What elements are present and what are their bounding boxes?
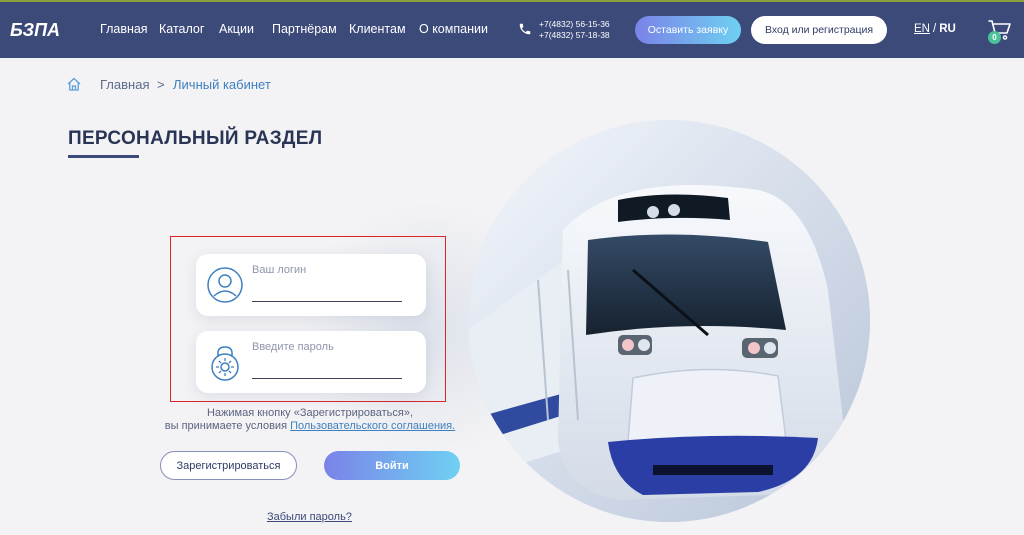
nav-item-catalog[interactable]: Каталог: [159, 22, 204, 36]
breadcrumb-current: Личный кабинет: [173, 77, 271, 92]
lang-en-link[interactable]: EN: [914, 23, 930, 35]
password-input[interactable]: [252, 357, 402, 379]
login-input[interactable]: [252, 280, 402, 302]
lang-ru-link[interactable]: RU: [939, 23, 956, 35]
lock-icon: [211, 346, 239, 381]
nav-item-promotions[interactable]: Акции: [219, 22, 254, 36]
logo[interactable]: БЗПА: [10, 18, 70, 40]
user-agreement-link[interactable]: Пользовательского соглашения.: [290, 420, 455, 432]
terms-text-line2: вы принимаете условия: [164, 420, 291, 432]
phone-icon: [519, 23, 531, 35]
terms-notice: Нажимая кнопку «Зарегистрироваться», вы …: [150, 407, 470, 433]
nav-item-partners[interactable]: Партнёрам: [272, 22, 337, 36]
breadcrumb-home[interactable]: Главная: [100, 77, 149, 92]
language-switcher: EN / RU: [914, 23, 956, 35]
login-register-button[interactable]: Вход или регистрация: [751, 16, 887, 44]
nav-item-clients[interactable]: Клиентам: [349, 22, 406, 36]
password-field-card: Введите пароль: [196, 331, 426, 393]
breadcrumb-separator: >: [157, 77, 165, 92]
request-button[interactable]: Оставить заявку: [635, 16, 741, 44]
signin-button[interactable]: Войти: [324, 451, 460, 480]
terms-text-line1: Нажимая кнопку «Зарегистрироваться»,: [206, 407, 413, 419]
train-illustration: [468, 120, 870, 522]
title-underline: [68, 155, 139, 158]
phone-number-2[interactable]: +7(4832) 57-18-38: [539, 30, 610, 40]
nav-item-home[interactable]: Главная: [100, 22, 148, 36]
site-header: БЗПА Главная Каталог Акции Партнёрам Кли…: [0, 2, 1024, 58]
phone-number-1[interactable]: +7(4832) 56-15-36: [539, 19, 610, 29]
forgot-password-link[interactable]: Забыли пароль?: [267, 511, 352, 523]
password-field-label: Введите пароль: [252, 341, 334, 353]
user-icon: [207, 267, 243, 303]
login-field-card: Ваш логин: [196, 254, 426, 316]
train-image: [468, 120, 870, 522]
register-button[interactable]: Зарегистрироваться: [160, 451, 297, 480]
lang-separator: /: [932, 23, 937, 35]
login-field-label: Ваш логин: [252, 264, 307, 276]
nav-item-about[interactable]: О компании: [419, 22, 488, 36]
home-icon[interactable]: [66, 76, 82, 92]
page-title: ПЕРСОНАЛЬНЫЙ РАЗДЕЛ: [68, 128, 323, 149]
svg-text:БЗПА: БЗПА: [10, 20, 60, 40]
cart-count-badge: 0: [988, 31, 1001, 44]
